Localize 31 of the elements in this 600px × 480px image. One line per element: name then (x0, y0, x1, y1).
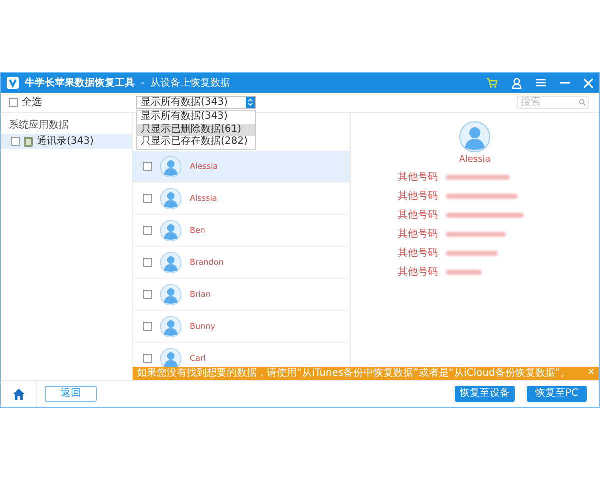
field-label: 其他号码 (398, 246, 438, 261)
contact-row[interactable]: Alessia (133, 151, 350, 183)
select-all-label: 全选 (22, 96, 42, 110)
contact-detail-name: Alessia (459, 154, 491, 167)
field-label: 其他号码 (398, 170, 438, 185)
title-separator: - (141, 76, 145, 90)
contact-name: Bunny (190, 320, 216, 332)
contact-name: Brandon (190, 256, 224, 268)
contact-name: Alessia (190, 160, 218, 172)
dropdown-option[interactable]: 显示所有数据(343) (137, 111, 255, 124)
restore-button[interactable]: 恢复至设备 (455, 386, 515, 402)
restore-button[interactable]: 恢复至PC (527, 386, 587, 402)
close-button[interactable]: ✕ (587, 369, 595, 378)
field-label: 其他号码 (398, 208, 438, 223)
sidebar-item[interactable]: 通讯录(343) (1, 134, 132, 149)
window-subtitle: 从设备上恢复数据 (150, 76, 231, 90)
filter-dropdown[interactable]: 显示所有数据(343) (136, 96, 256, 109)
dropdown-option[interactable]: 只显示已存在数据(282) (137, 136, 255, 148)
notice-text: 如果您没有找到想要的数据，请使用“从iTunes备份中恢复数据”或者是“从iCloud备份恢复数据”。 (137, 368, 570, 378)
contact-name: Ben (190, 224, 206, 236)
window-title: 牛学长苹果数据恢复工具 (25, 76, 135, 90)
contact-name: Alsssia (190, 192, 218, 204)
contact-name: Carl (190, 352, 206, 364)
dropdown-option[interactable]: 只显示已删除数据(61) (137, 124, 255, 136)
search-field[interactable]: 搜索 (517, 96, 589, 109)
field-label: 其他号码 (398, 190, 438, 204)
field-label: 其他号码 (398, 228, 438, 242)
contact-name: Brian (190, 288, 211, 300)
sidebar-heading: 系统应用数据 (8, 119, 70, 133)
back-button[interactable]: 返回 (45, 386, 97, 402)
field-label: 其他号码 (398, 266, 438, 280)
